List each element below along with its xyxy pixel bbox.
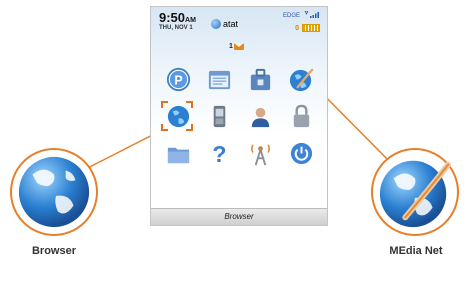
clock: 9:50AM — [159, 10, 196, 25]
browser-callout — [10, 148, 98, 236]
battery-indicator: 0 — [295, 24, 320, 32]
battery-icon — [302, 24, 320, 32]
phone-screen: 9:50AM THU, NOV 1 atat EDGE 0 1 P ? Brow… — [150, 6, 328, 226]
home-icon-grid: P ? — [158, 61, 322, 172]
clock-time: 9:50 — [159, 10, 186, 25]
lock-icon[interactable] — [281, 98, 322, 135]
svg-text:P: P — [174, 73, 182, 87]
svg-text:?: ? — [212, 141, 226, 167]
message-count: 1 — [229, 43, 233, 50]
browser-globe-icon — [18, 156, 90, 228]
battery-count: 0 — [295, 24, 299, 32]
date-label: THU, NOV 1 — [159, 25, 193, 31]
pocket-app-icon[interactable]: P — [158, 61, 199, 98]
media-net-callout — [371, 148, 459, 236]
message-indicator[interactable]: 1 — [229, 43, 244, 50]
browser-icon[interactable] — [158, 98, 199, 135]
envelope-icon — [233, 43, 244, 50]
carrier: atat — [211, 19, 238, 29]
selected-app-label: Browser — [151, 208, 327, 225]
media-net-icon[interactable] — [281, 61, 322, 98]
contacts-icon[interactable] — [240, 98, 281, 135]
browser-caption: Browser — [31, 245, 77, 257]
clock-ampm: AM — [185, 17, 196, 24]
power-icon[interactable] — [281, 135, 322, 172]
network-type: EDGE — [282, 13, 300, 19]
folder-icon[interactable] — [158, 135, 199, 172]
status-bar: 9:50AM THU, NOV 1 atat EDGE 0 — [151, 7, 327, 39]
media-net-caption: MEdia Net — [389, 245, 443, 257]
media-net-globe-icon — [379, 160, 452, 228]
briefcase-icon[interactable] — [240, 61, 281, 98]
phone-icon[interactable] — [199, 98, 240, 135]
signal-strength-icon — [304, 11, 319, 18]
carrier-logo-icon — [211, 19, 221, 29]
calendar-icon[interactable] — [199, 61, 240, 98]
wireless-tower-icon[interactable] — [240, 135, 281, 172]
carrier-label: atat — [223, 19, 239, 29]
help-icon[interactable]: ? — [199, 135, 240, 172]
